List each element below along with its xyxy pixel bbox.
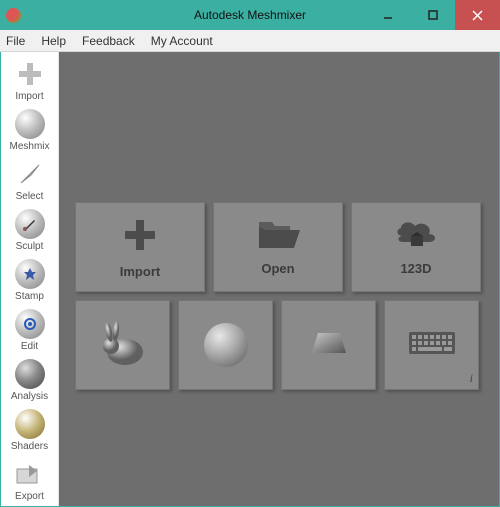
tile-row-bottom: i xyxy=(75,300,487,390)
plus-icon xyxy=(14,58,46,90)
menu-feedback[interactable]: Feedback xyxy=(82,34,135,48)
cloud-box-icon xyxy=(393,218,439,255)
export-icon xyxy=(14,458,46,490)
brush-icon xyxy=(14,208,46,240)
shaders-icon xyxy=(14,408,46,440)
tool-label: Edit xyxy=(21,341,38,352)
cursor-icon xyxy=(14,158,46,190)
tool-import[interactable]: Import xyxy=(5,56,55,104)
tool-export[interactable]: Export xyxy=(5,456,55,504)
tile-import[interactable]: Import xyxy=(75,202,205,292)
canvas-area: Import Open xyxy=(59,52,499,506)
sidebar: Import Meshmix Select Sculpt xyxy=(1,52,59,506)
title-bar: Autodesk Meshmixer xyxy=(0,0,500,30)
tile-label: Open xyxy=(261,261,294,276)
tile-label: 123D xyxy=(400,261,431,276)
tile-keyboard[interactable]: i xyxy=(384,300,479,390)
tile-label: Import xyxy=(120,264,160,279)
tool-label: Sculpt xyxy=(16,241,44,252)
tool-sculpt[interactable]: Sculpt xyxy=(5,206,55,254)
tile-plane[interactable] xyxy=(281,300,376,390)
tool-label: Export xyxy=(15,491,44,502)
edit-icon xyxy=(14,308,46,340)
close-button[interactable] xyxy=(455,0,500,30)
tool-label: Analysis xyxy=(11,391,48,402)
tool-select[interactable]: Select xyxy=(5,156,55,204)
tile-sphere[interactable] xyxy=(178,300,273,390)
minimize-button[interactable] xyxy=(365,0,410,30)
menu-help[interactable]: Help xyxy=(41,34,66,48)
menu-file[interactable]: File xyxy=(6,34,25,48)
tool-edit[interactable]: Edit xyxy=(5,306,55,354)
meshmix-icon xyxy=(14,108,46,140)
tool-label: Meshmix xyxy=(9,141,49,152)
menu-account[interactable]: My Account xyxy=(151,34,213,48)
window-title: Autodesk Meshmixer xyxy=(194,8,306,22)
stamp-icon xyxy=(14,258,46,290)
tool-label: Stamp xyxy=(15,291,44,302)
window-controls xyxy=(365,0,500,30)
tile-123d[interactable]: 123D xyxy=(351,202,481,292)
keyboard-icon xyxy=(407,328,457,363)
tool-analysis[interactable]: Analysis xyxy=(5,356,55,404)
tile-bunny[interactable] xyxy=(75,300,170,390)
tile-row-top: Import Open xyxy=(75,202,487,292)
menu-bar: File Help Feedback My Account xyxy=(0,30,500,52)
tool-label: Import xyxy=(15,91,43,102)
analysis-icon xyxy=(14,358,46,390)
tile-open[interactable]: Open xyxy=(213,202,343,292)
info-i: i xyxy=(470,371,473,386)
folder-open-icon xyxy=(256,218,300,255)
app-body: Import Meshmix Select Sculpt xyxy=(0,52,500,507)
tool-label: Shaders xyxy=(11,441,48,452)
plane-icon xyxy=(302,323,356,368)
bunny-icon xyxy=(95,318,151,373)
app-icon xyxy=(6,8,21,23)
tool-shaders[interactable]: Shaders xyxy=(5,406,55,454)
maximize-button[interactable] xyxy=(410,0,455,30)
sphere-icon xyxy=(204,323,248,367)
plus-icon xyxy=(120,215,160,258)
tool-label: Select xyxy=(16,191,44,202)
tool-meshmix[interactable]: Meshmix xyxy=(5,106,55,154)
tool-stamp[interactable]: Stamp xyxy=(5,256,55,304)
